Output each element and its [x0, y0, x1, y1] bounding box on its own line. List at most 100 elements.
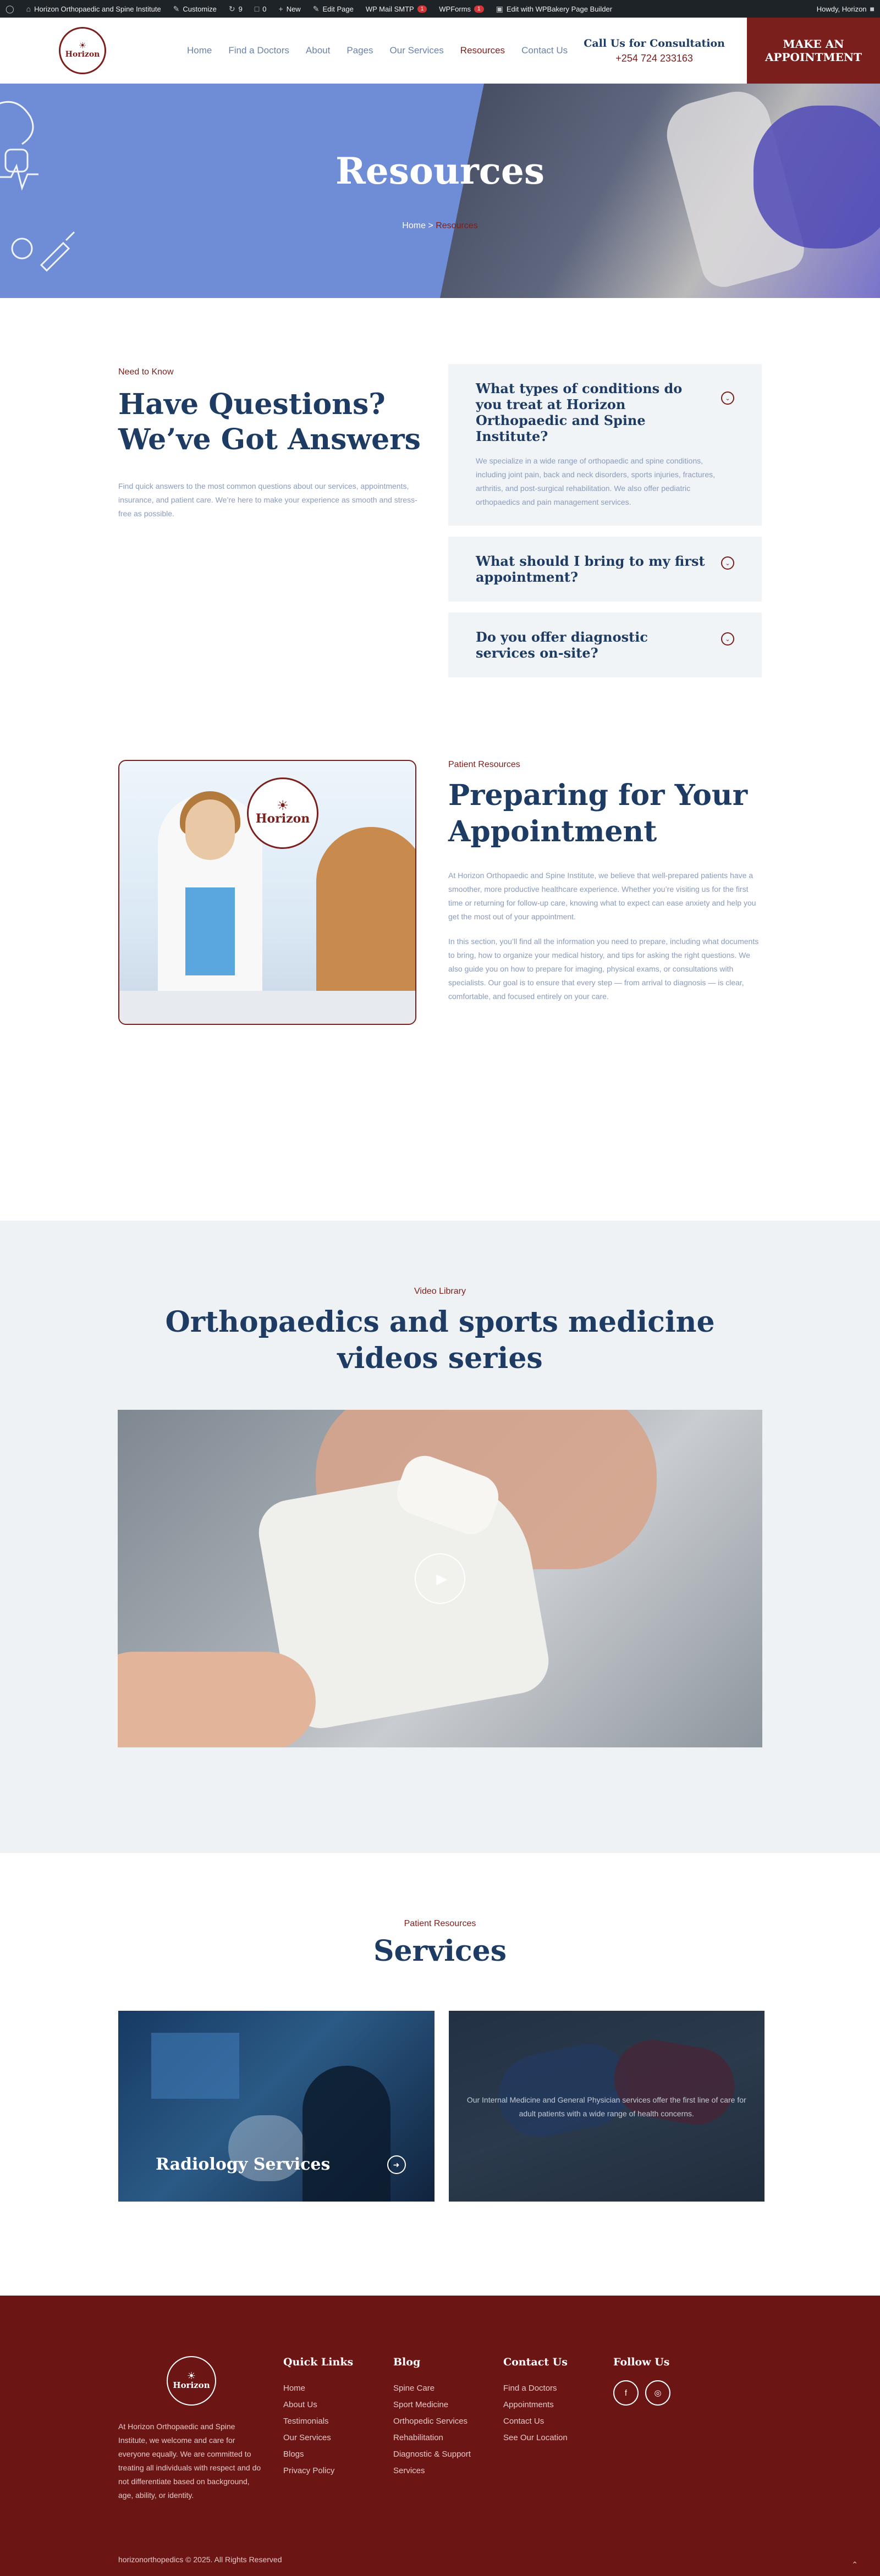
doctor-consultation-image: ☀ Horizon: [118, 760, 416, 1025]
call-title: Call Us for Consultation: [584, 37, 725, 49]
service-card-internal-medicine[interactable]: Our Internal Medicine and General Physic…: [448, 2011, 765, 2202]
footer-link-rehabilitation[interactable]: Rehabilitation: [393, 2430, 481, 2446]
admin-comments-link[interactable]: □ 0: [255, 4, 267, 13]
footer-logo[interactable]: ☀ Horizon: [167, 2356, 216, 2406]
page-hero: Resources Home > Resources: [0, 84, 880, 298]
admin-wpforms-link[interactable]: WPForms 1: [439, 5, 484, 13]
admin-customize-link[interactable]: ✎ Customize: [173, 4, 217, 14]
nav-home[interactable]: Home: [187, 45, 212, 56]
copyright: horizonorthopedics © 2025. All Rights Re…: [118, 2555, 282, 2564]
footer-quick-links: Quick Links Home About Us Testimonials O…: [283, 2356, 393, 2502]
footer-link-appointments[interactable]: Appointments: [503, 2397, 613, 2413]
admin-site-link[interactable]: ⌂ Horizon Orthopaedic and Spine Institute: [26, 4, 161, 13]
facebook-icon[interactable]: f: [613, 2380, 639, 2406]
instagram-icon[interactable]: ◎: [645, 2380, 670, 2406]
plus-icon: +: [278, 4, 283, 13]
footer-link-privacy[interactable]: Privacy Policy: [283, 2463, 393, 2479]
builder-icon: ▣: [496, 4, 503, 13]
site-logo[interactable]: ☀ Horizon: [59, 27, 106, 74]
faq-question: What types of conditions do you treat at…: [476, 380, 683, 444]
nav-pages[interactable]: Pages: [346, 45, 373, 56]
admin-edit-page-link[interactable]: ✎ Edit Page: [313, 4, 354, 14]
chevron-down-icon[interactable]: ⌄: [721, 556, 734, 570]
admin-account-menu[interactable]: Howdy, Horizon ■: [817, 4, 875, 13]
breadcrumb-separator: >: [428, 221, 433, 230]
services-title: Services: [373, 1934, 507, 1968]
admin-updates-link[interactable]: ↻ 9: [229, 4, 243, 14]
chevron-up-icon[interactable]: ⌃: [851, 2560, 858, 2569]
faq-question: Do you offer diagnostic services on-site…: [476, 629, 648, 661]
nav-our-services[interactable]: Our Services: [390, 45, 444, 56]
footer-link-location[interactable]: See Our Location: [503, 2430, 613, 2446]
faq-answer: We specialize in a wide range of orthopa…: [476, 456, 715, 506]
call-phone[interactable]: +254 724 233163: [584, 53, 725, 64]
footer-link-testimonials[interactable]: Testimonials: [283, 2413, 393, 2430]
brush-icon: ✎: [173, 4, 180, 13]
chevron-down-icon[interactable]: ⌄: [721, 391, 734, 405]
admin-bar: ◯ ⌂ Horizon Orthopaedic and Spine Institu…: [0, 0, 880, 18]
page-title: Resources: [335, 150, 545, 192]
prep-eyebrow: Patient Resources: [448, 760, 520, 769]
footer-link-sport-medicine[interactable]: Sport Medicine: [393, 2397, 481, 2413]
main-nav: Home Find a Doctors About Pages Our Serv…: [187, 45, 568, 56]
sunrise-icon: ☀: [277, 798, 289, 813]
admin-wpbakery-link[interactable]: ▣ Edit with WPBakery Page Builder: [496, 4, 612, 14]
footer-link-home[interactable]: Home: [283, 2380, 393, 2397]
footer-link-services[interactable]: Our Services: [283, 2430, 393, 2446]
service-card-title: Radiology Services: [156, 2155, 331, 2174]
admin-new-link[interactable]: + New: [279, 4, 301, 13]
home-icon: ⌂: [26, 4, 31, 13]
footer-link-about[interactable]: About Us: [283, 2397, 393, 2413]
play-button[interactable]: ▶: [415, 1553, 465, 1604]
wordpress-logo-icon[interactable]: ◯: [6, 4, 14, 14]
footer-link-blogs[interactable]: Blogs: [283, 2446, 393, 2463]
nav-resources[interactable]: Resources: [460, 45, 505, 56]
wpforms-badge: 1: [474, 5, 484, 13]
service-card-radiology[interactable]: Radiology Services ➜: [118, 2011, 435, 2202]
admin-smtp-link[interactable]: WP Mail SMTP 1: [366, 5, 427, 13]
nav-find-doctors[interactable]: Find a Doctors: [228, 45, 289, 56]
prep-title: Preparing for Your Appointment: [448, 779, 748, 848]
pencil-icon: ✎: [312, 4, 320, 13]
footer-blog-links: Blog Spine Care Sport Medicine Orthopedi…: [393, 2356, 503, 2502]
breadcrumb-home[interactable]: Home: [402, 221, 426, 230]
footer-link-spine-care[interactable]: Spine Care: [393, 2380, 481, 2397]
nav-contact-us[interactable]: Contact Us: [521, 45, 568, 56]
chevron-down-icon[interactable]: ⌄: [721, 632, 734, 646]
faq-item[interactable]: What should I bring to my first appointm…: [448, 537, 762, 602]
prep-paragraph-1: At Horizon Orthopaedic and Spine Institu…: [448, 871, 756, 921]
faq-item[interactable]: What types of conditions do you treat at…: [448, 364, 762, 526]
footer-link-find-doctors[interactable]: Find a Doctors: [503, 2380, 613, 2397]
faq-intro: Find quick answers to the most common qu…: [118, 482, 417, 518]
site-footer: ☀ Horizon At Horizon Orthopaedic and Spi…: [0, 2296, 880, 2576]
arrow-right-icon[interactable]: ➜: [387, 2155, 406, 2174]
footer-follow: Follow Us f ◎: [613, 2356, 723, 2502]
video-section: Video Library Orthopaedics and sports me…: [0, 1221, 880, 1853]
play-icon: ▶: [436, 1570, 447, 1587]
call-block: Call Us for Consultation +254 724 233163: [584, 37, 725, 64]
faq-section: Need to Know Have Questions? We’ve Got A…: [0, 298, 880, 760]
faq-item[interactable]: Do you offer diagnostic services on-site…: [448, 613, 762, 677]
comment-icon: □: [254, 4, 260, 13]
footer-link-orthopedic-services[interactable]: Orthopedic Services: [393, 2413, 481, 2430]
service-card-text: Our Internal Medicine and General Physic…: [466, 2095, 746, 2118]
breadcrumb-current: Resources: [436, 221, 478, 230]
video-player[interactable]: ▶: [118, 1410, 762, 1747]
faq-accordion: What types of conditions do you treat at…: [448, 364, 762, 760]
refresh-icon: ↻: [228, 4, 235, 13]
avatar: ■: [870, 4, 875, 13]
footer-link-diagnostic[interactable]: Diagnostic & Support Services: [393, 2446, 481, 2479]
faq-title: Have Questions? We’ve Got Answers: [118, 388, 421, 456]
video-eyebrow: Video Library: [414, 1287, 466, 1296]
services-eyebrow: Patient Resources: [404, 1919, 476, 1928]
faq-question: What should I bring to my first appointm…: [476, 553, 705, 585]
make-appointment-button[interactable]: MAKE AN APPOINTMENT: [747, 18, 880, 84]
prep-paragraph-2: In this section, you’ll find all the inf…: [448, 937, 759, 1001]
footer-link-contact[interactable]: Contact Us: [503, 2413, 613, 2430]
sunrise-icon: ☀: [186, 2370, 196, 2381]
breadcrumb: Home > Resources: [0, 221, 880, 231]
video-title: Orthopaedics and sports medicine videos …: [165, 1305, 715, 1375]
faq-eyebrow: Need to Know: [118, 367, 174, 377]
nav-about[interactable]: About: [306, 45, 330, 56]
services-section: Patient Resources Services Radiology Ser…: [0, 1853, 880, 2296]
